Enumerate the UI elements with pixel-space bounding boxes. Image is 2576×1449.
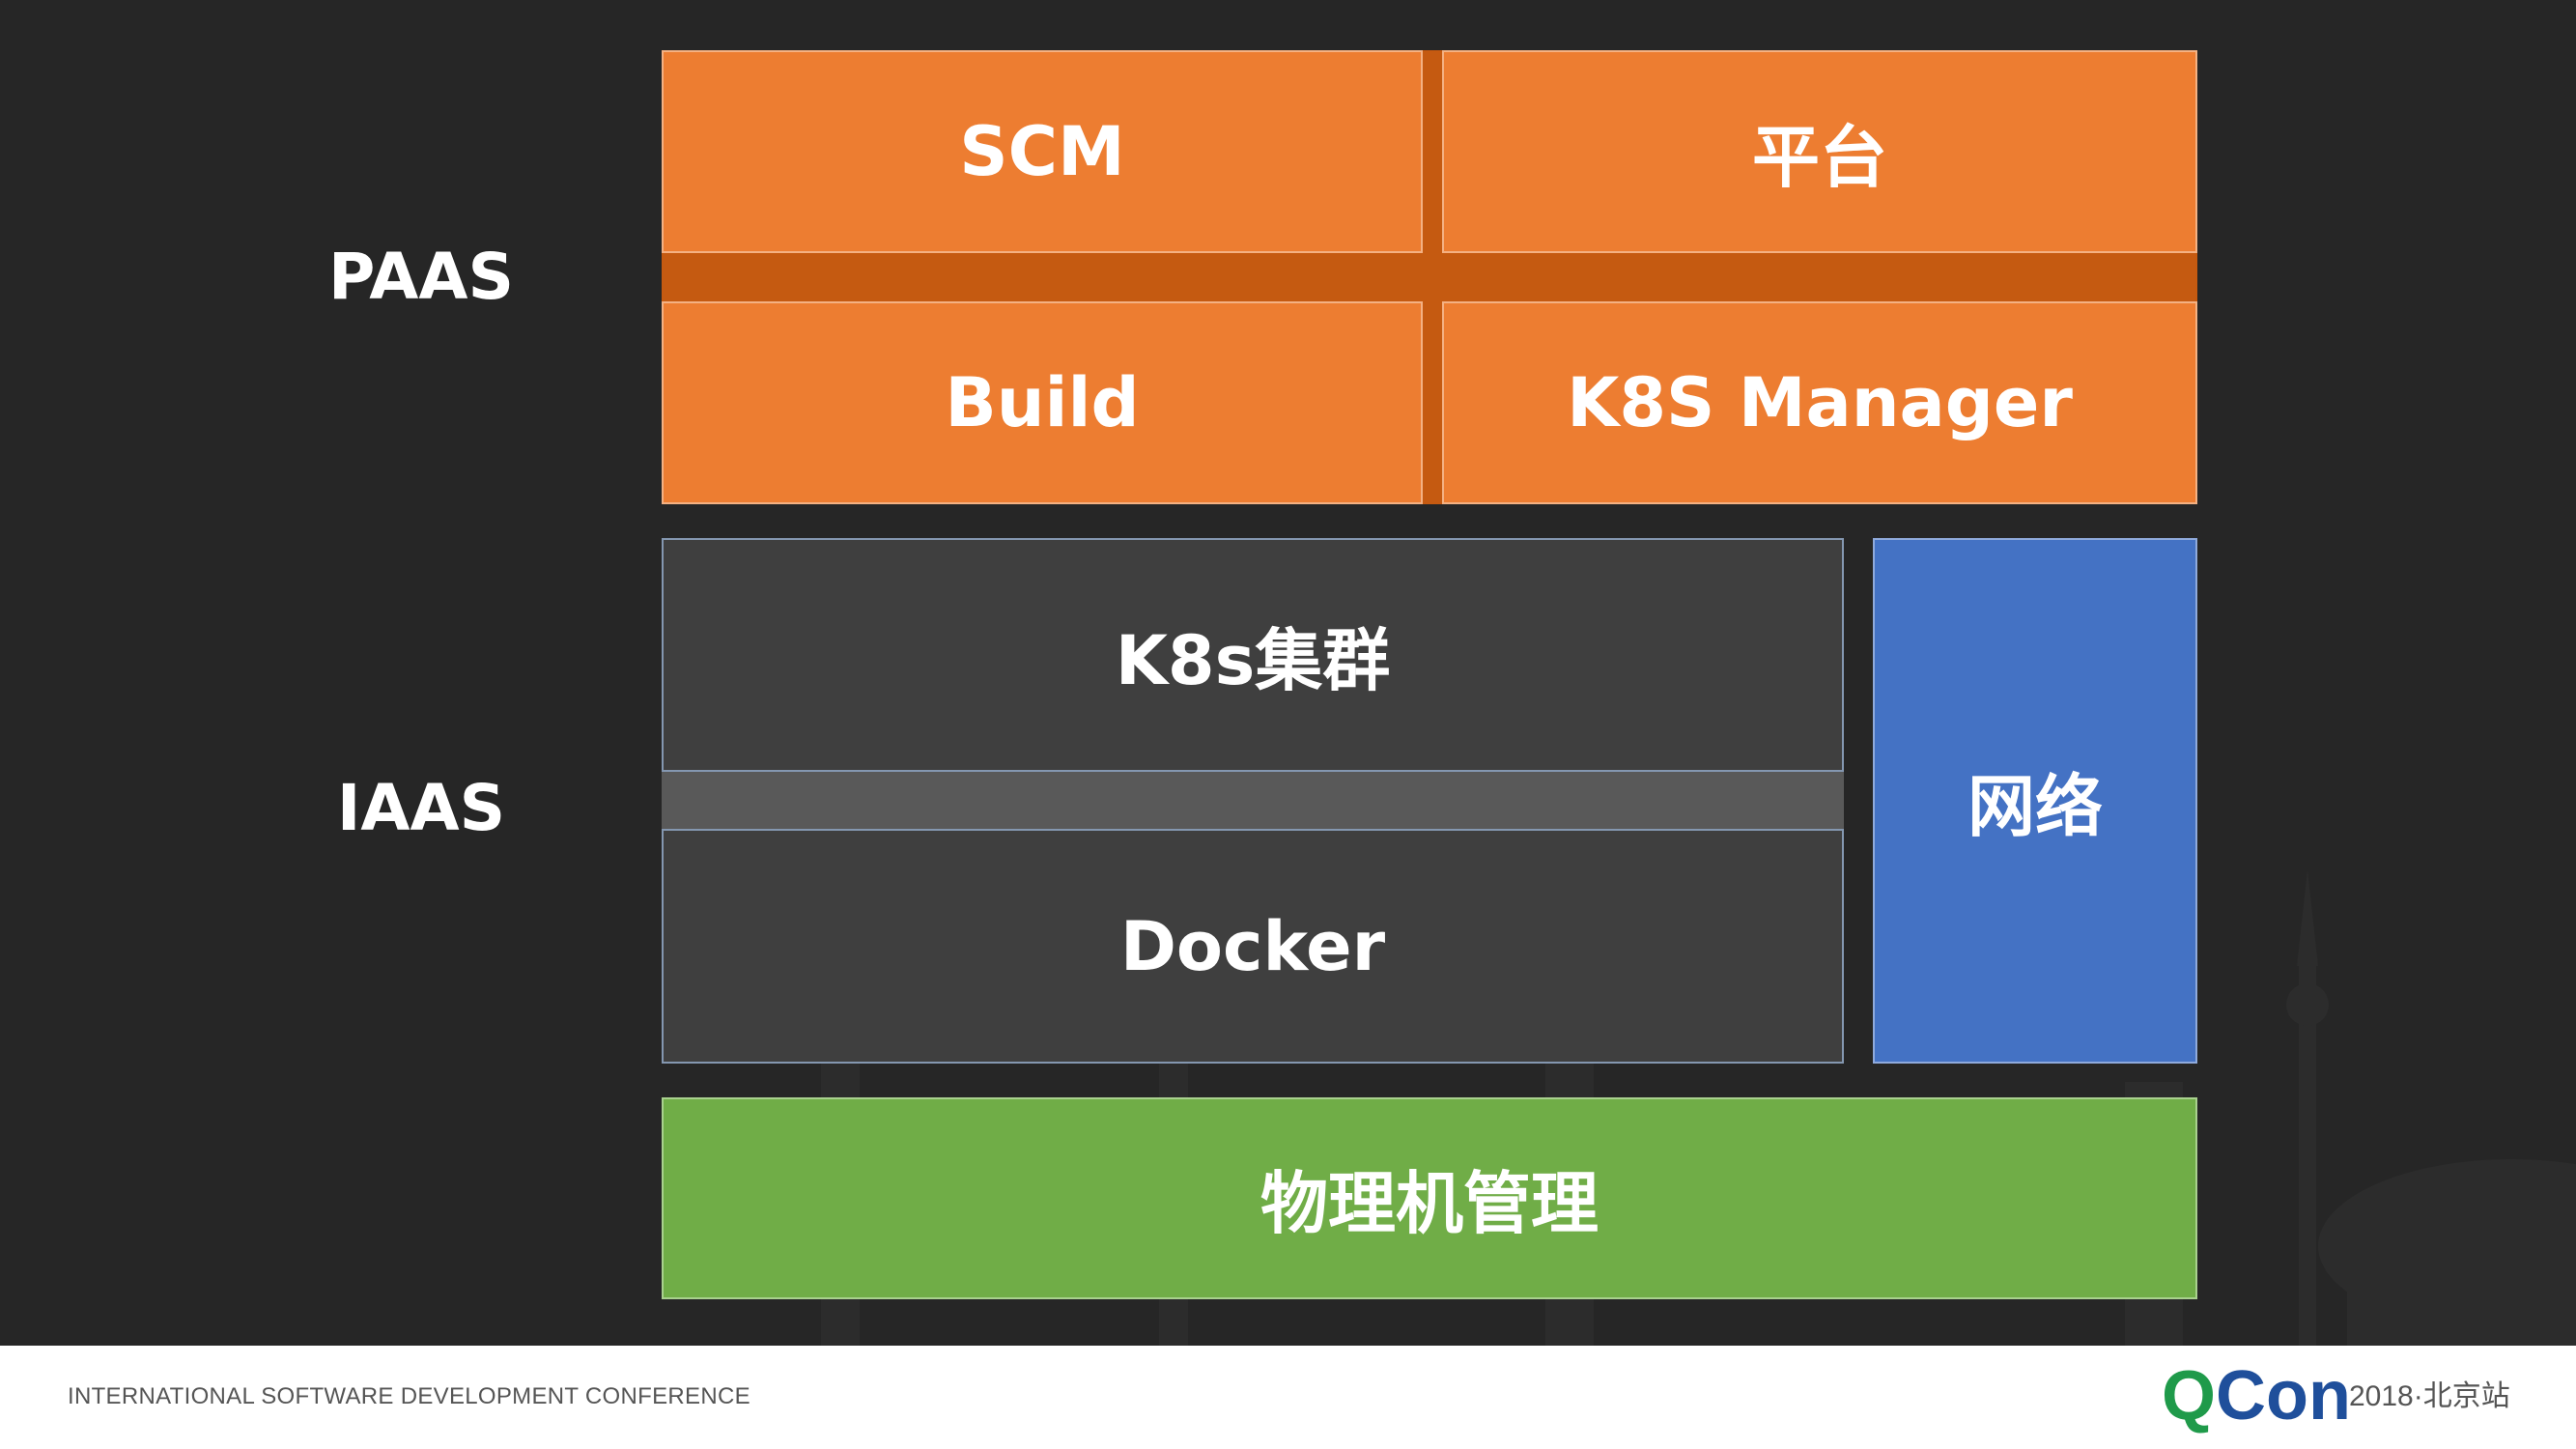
logo-con: Con <box>2216 1357 2351 1435</box>
build-block: Build <box>662 301 1423 504</box>
qcon-logo: QCon <box>2162 1357 2351 1435</box>
physical-management-label: 物理机管理 <box>1260 1164 1599 1243</box>
physical-management-block: 物理机管理 <box>662 1097 2197 1299</box>
build-label: Build <box>945 363 1140 442</box>
k8s-cluster-label: K8s集群 <box>1115 620 1391 700</box>
k8s-manager-block: K8S Manager <box>1442 301 2197 504</box>
paas-vertical-connector <box>1422 50 1443 504</box>
paas-layer-label: PAAS <box>327 240 514 314</box>
iaas-layer-label: IAAS <box>336 771 506 845</box>
network-block: 网络 <box>1873 538 2197 1064</box>
scm-block: SCM <box>662 50 1423 253</box>
docker-label: Docker <box>1119 906 1386 986</box>
network-label: 网络 <box>1967 766 2103 846</box>
iaas-connector <box>662 770 1844 831</box>
conference-name: INTERNATIONAL SOFTWARE DEVELOPMENT CONFE… <box>68 1383 750 1409</box>
logo-subtitle: 2018·北京站 <box>2349 1380 2510 1412</box>
k8s-cluster-block: K8s集群 <box>662 538 1844 772</box>
k8s-manager-label: K8S Manager <box>1567 363 2073 442</box>
platform-label: 平台 <box>1752 117 1887 197</box>
slide-background: PAAS IAAS SCM 平台 Build K8S Manager K8s集群… <box>0 0 2576 1346</box>
scm-label: SCM <box>959 112 1125 191</box>
platform-block: 平台 <box>1442 50 2197 253</box>
docker-block: Docker <box>662 829 1844 1064</box>
logo-q: Q <box>2162 1357 2217 1435</box>
